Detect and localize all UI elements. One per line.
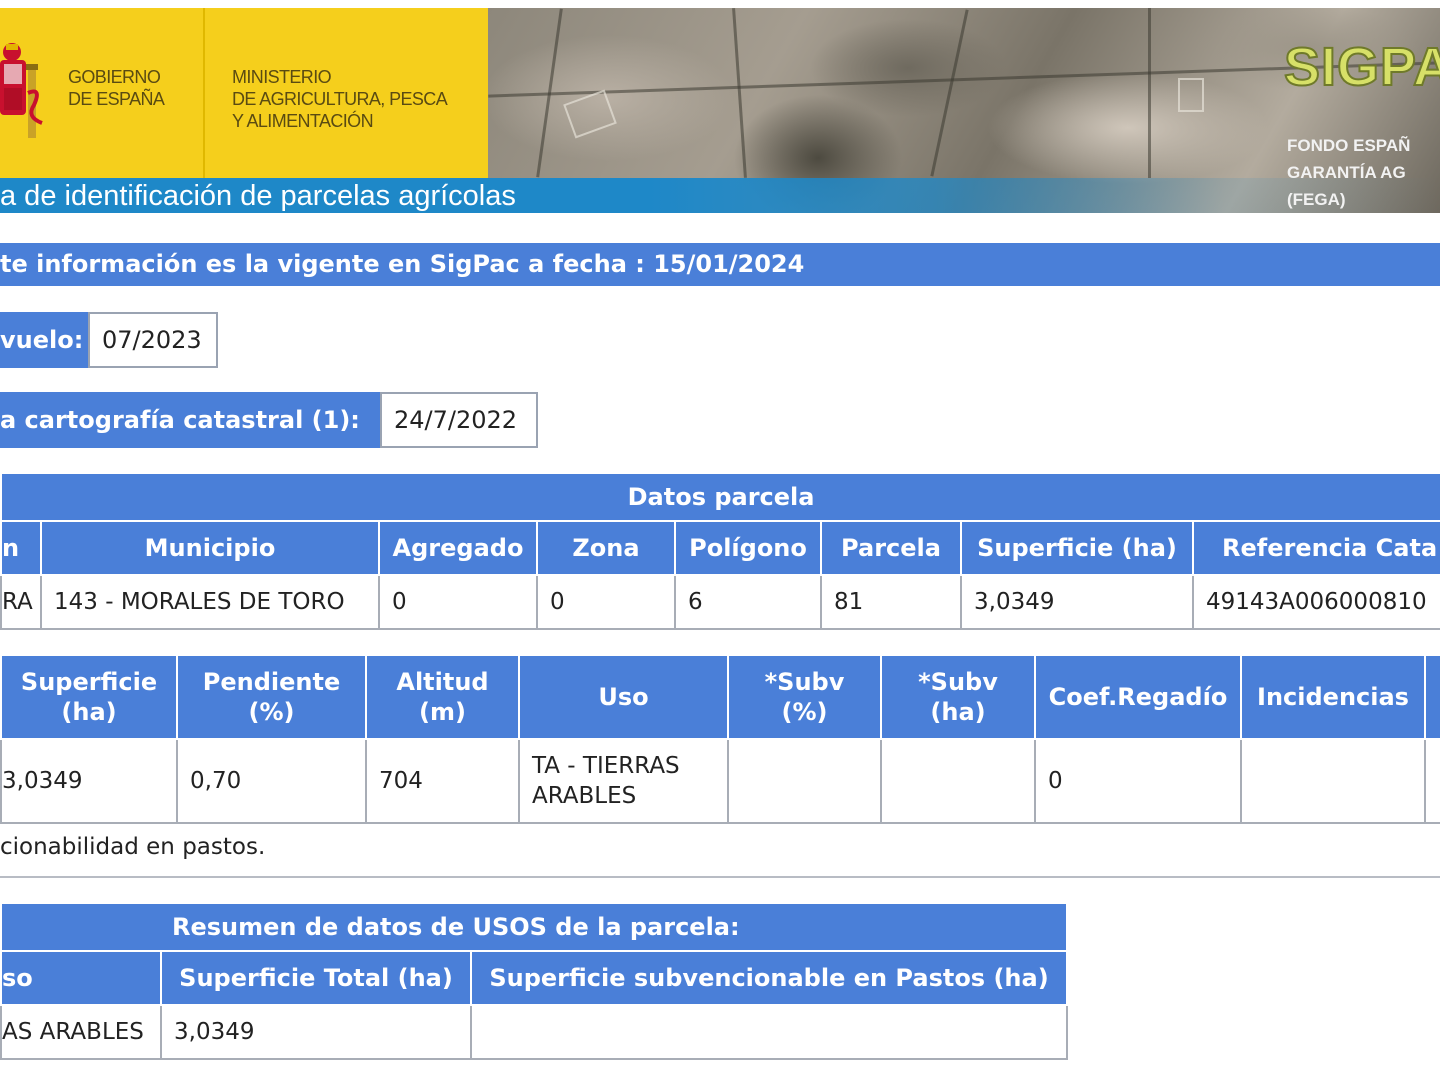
coat-of-arms-icon xyxy=(0,43,43,138)
col-header-subv-pct: *Subv (%) xyxy=(727,654,882,740)
cell-incidencias xyxy=(1240,738,1426,824)
col-header-subv-ha: *Subv (ha) xyxy=(880,654,1036,740)
fega-label: FONDO ESPAÑ GARANTÍA AG (FEGA) xyxy=(1287,136,1411,209)
cell-poligono: 6 xyxy=(674,574,822,630)
pastos-note: cionabilidad en pastos. xyxy=(0,834,266,860)
resumen-usos-table: Resumen de datos de USOS de la parcela: … xyxy=(0,902,1069,1060)
col-header-municipio: Municipio xyxy=(40,520,380,576)
catastral-value: 24/7/2022 xyxy=(380,392,538,448)
vuelo-row: vuelo: 07/2023 xyxy=(0,312,220,368)
sigpac-logo: SIGPA xyxy=(1283,36,1440,98)
table-row: AS ARABLES 3,0349 xyxy=(0,1004,1069,1060)
sigpac-header: GOBIERNO DE ESPAÑA MINISTERIO DE AGRICUL… xyxy=(0,8,1440,213)
col-header-superficie-pastos: Superficie subvencionable en Pastos (ha) xyxy=(469,950,1069,1006)
page-subtitle: a de identificación de parcelas agrícola… xyxy=(0,180,516,212)
government-banner: GOBIERNO DE ESPAÑA MINISTERIO DE AGRICUL… xyxy=(0,8,488,178)
catastral-label: a cartografía catastral (1): xyxy=(0,392,380,448)
col-header-incidencias: Incidencias xyxy=(1240,654,1426,740)
parcela-table-caption: Datos parcela xyxy=(0,472,1440,522)
resumen-table-caption: Resumen de datos de USOS de la parcela: xyxy=(0,902,1069,952)
banner-divider xyxy=(203,8,205,178)
col-header-uso-resumen: so xyxy=(0,950,162,1006)
table-row: 3,0349 0,70 704 TA - TIERRAS ARABLES 0 xyxy=(0,738,1440,824)
cell-uso: TA - TIERRAS ARABLES xyxy=(518,738,729,824)
col-header-pendiente: Pendiente (%) xyxy=(176,654,367,740)
col-header-superficie: Superficie (ha) xyxy=(960,520,1194,576)
cell-referencia-catastral: 49143A006000810 xyxy=(1191,574,1440,630)
col-header-zona: Zona xyxy=(536,520,676,576)
cell-altitud: 704 xyxy=(365,738,520,824)
validity-text: te información es la vigente en SigPac a… xyxy=(0,250,805,278)
col-header-parcela: Parcela xyxy=(820,520,962,576)
col-header-poligono: Polígono xyxy=(674,520,822,576)
cell-uso-resumen: AS ARABLES xyxy=(0,1004,162,1060)
vuelo-label: vuelo: xyxy=(0,312,88,368)
cell-agregado: 0 xyxy=(378,574,538,630)
col-header-altitud: Altitud (m) xyxy=(365,654,520,740)
cell-zona: 0 xyxy=(536,574,676,630)
ministry-label: MINISTERIO DE AGRICULTURA, PESCA Y ALIME… xyxy=(232,67,448,131)
table-row: RA 143 - MORALES DE TORO 0 0 6 81 3,0349… xyxy=(0,574,1440,630)
col-header-superficie-recinto: Superficie (ha) xyxy=(0,654,178,740)
cell-subv-pct xyxy=(727,738,882,824)
cell-parcela: 81 xyxy=(820,574,962,630)
col-header-superficie-total: Superficie Total (ha) xyxy=(160,950,472,1006)
cell-provincia: RA xyxy=(0,574,42,630)
validity-banner: te información es la vigente en SigPac a… xyxy=(0,243,1440,286)
col-header-coef-regadio: Coef.Regadío xyxy=(1034,654,1242,740)
col-header-uso: Uso xyxy=(518,654,729,740)
parcela-table: Datos parcela n Municipio Agregado Zona … xyxy=(0,472,1440,630)
government-label: GOBIERNO DE ESPAÑA xyxy=(68,67,165,109)
col-header-extra xyxy=(1424,654,1440,740)
cell-extra xyxy=(1424,738,1440,824)
section-divider xyxy=(0,876,1440,878)
cell-superficie-total: 3,0349 xyxy=(160,1004,472,1060)
recinto-table: Superficie (ha) Pendiente (%) Altitud (m… xyxy=(0,654,1440,824)
col-header-agregado: Agregado xyxy=(378,520,538,576)
col-header-referencia-catastral: Referencia Cata xyxy=(1191,520,1440,576)
cell-pendiente: 0,70 xyxy=(176,738,367,824)
vuelo-value: 07/2023 xyxy=(88,312,218,368)
cell-superficie-recinto: 3,0349 xyxy=(0,738,178,824)
cell-municipio: 143 - MORALES DE TORO xyxy=(40,574,380,630)
catastral-row: a cartografía catastral (1): 24/7/2022 xyxy=(0,392,540,448)
cell-superficie-pastos xyxy=(469,1004,1069,1060)
cell-subv-ha xyxy=(880,738,1036,824)
cell-coef-regadio: 0 xyxy=(1034,738,1242,824)
col-header-provincia: n xyxy=(0,520,42,576)
cell-superficie: 3,0349 xyxy=(960,574,1194,630)
